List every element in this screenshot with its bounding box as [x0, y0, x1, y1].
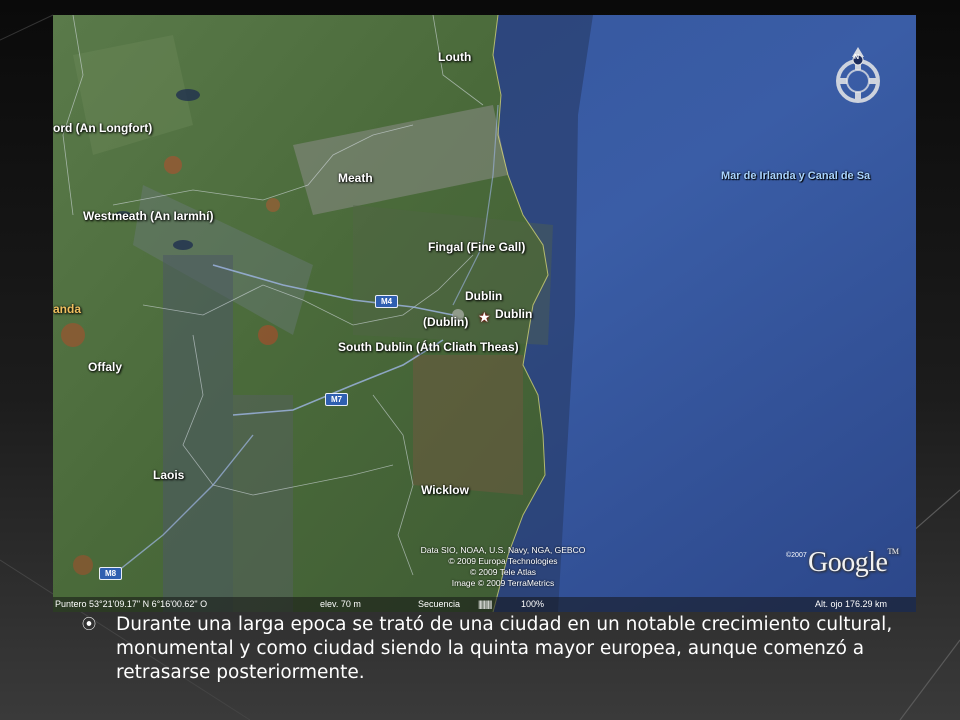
caption-text: Durante una larga epoca se trató de una … [116, 614, 893, 683]
label-wicklow: Wicklow [421, 483, 469, 497]
label-longford: ord (An Longfort) [53, 121, 153, 135]
elevation-readout: elev. 70 m [320, 599, 361, 609]
label-meath: Meath [338, 171, 373, 185]
map-status-bar: Puntero 53°21'09.17" N 6°16'00.62" O ele… [53, 597, 916, 612]
road-m4-badge: M4 [375, 295, 399, 308]
credit-line: Data SIO, NOAA, U.S. Navy, NGA, GEBCO [420, 545, 586, 555]
imagery-credits: Data SIO, NOAA, U.S. Navy, NGA, GEBCO © … [383, 545, 623, 589]
credit-line: © 2009 Europa Technologies [448, 556, 558, 566]
label-westmeath: Westmeath (An Iarmhí) [83, 209, 214, 223]
label-dublin-paren: (Dublin) [423, 315, 469, 329]
label-anda: anda [53, 302, 82, 316]
credit-line: © 2009 Tele Atlas [469, 567, 537, 577]
dublin-star-marker[interactable]: ★ [478, 311, 491, 325]
label-louth: Louth [438, 50, 472, 64]
satellite-map[interactable]: Louth ord (An Longfort) Meath Westmeath … [53, 15, 916, 612]
pointer-coordinates: Puntero 53°21'09.17" N 6°16'00.62" O [55, 599, 208, 609]
streaming-bars: |||||||||| [478, 599, 492, 609]
logo-tm: TM [887, 547, 899, 556]
streaming-percent: 100% [521, 599, 545, 609]
road-m8-badge: M8 [99, 567, 123, 580]
copyright-year: ©2007 [786, 552, 807, 559]
compass-north-label: N [854, 54, 860, 61]
logo-text: Google [808, 547, 888, 578]
label-fingal: Fingal (Fine Gall) [428, 240, 526, 254]
label-dublin-county: Dublin [465, 289, 503, 303]
streaming-label: Secuencia [418, 599, 461, 609]
label-laois: Laois [153, 468, 185, 482]
label-offaly: Offaly [88, 360, 123, 374]
label-irish-sea: Mar de Irlanda y Canal de Sa [721, 170, 871, 182]
road-m7-badge: M7 [325, 393, 349, 406]
google-logo: GoogleTM [808, 547, 899, 579]
bullet-icon: ⦿ [82, 617, 96, 633]
eye-altitude-readout: Alt. ojo 176.29 km [815, 599, 888, 609]
label-south-dublin: South Dublin (Áth Cliath Theas) [338, 340, 519, 354]
label-dublin-city: Dublin [495, 307, 533, 321]
credit-line: Image © 2009 TerraMetrics [451, 578, 555, 588]
